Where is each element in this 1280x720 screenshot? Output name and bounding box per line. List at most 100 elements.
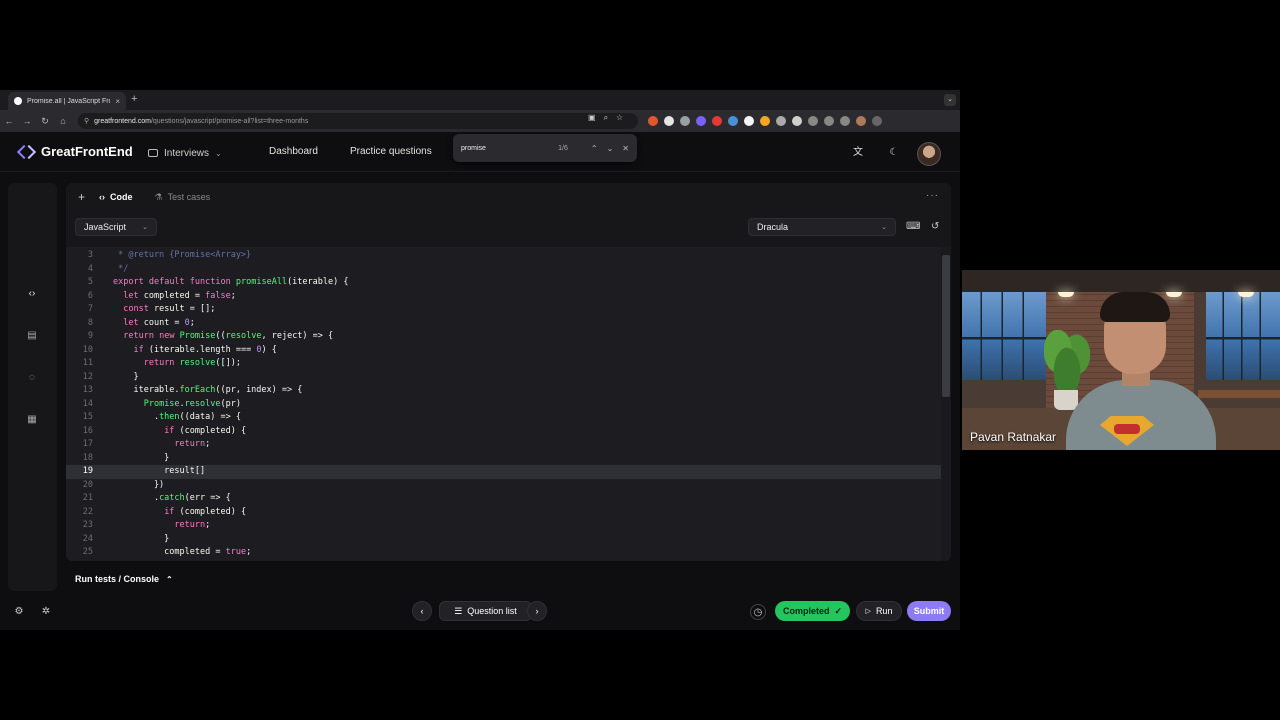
run-button[interactable]: ▷ Run (856, 601, 902, 621)
forward-icon[interactable]: → (18, 116, 36, 126)
interviews-dropdown[interactable]: Interviews ⌄ (140, 143, 230, 163)
code-line[interactable]: 13 iterable.forEach((pr, index) => { (66, 384, 951, 398)
media-icon[interactable] (824, 116, 834, 126)
bookmark-star-icon[interactable]: ☆ (616, 113, 623, 123)
new-tab-button[interactable]: + (131, 93, 137, 105)
tab-test-cases[interactable]: ⚗ Test cases (155, 192, 211, 203)
extensions-puzzle-icon[interactable] (808, 116, 818, 126)
tab-close-icon[interactable]: × (115, 97, 120, 106)
timer-icon[interactable]: ◷ (750, 604, 766, 620)
console-toggle[interactable]: Run tests / Console ⌃ (66, 568, 951, 590)
code-line[interactable]: 18 } (66, 452, 951, 466)
code-text: export default function promiseAll(itera… (113, 277, 349, 287)
extension-icon[interactable] (664, 116, 674, 126)
code-line[interactable]: 7 const result = []; (66, 303, 951, 317)
extension-icon[interactable] (760, 116, 770, 126)
code-line[interactable]: 11 return resolve([]); (66, 357, 951, 371)
scrollbar-thumb[interactable] (942, 255, 950, 397)
code-line[interactable]: 10 if (iterable.length === 0) { (66, 344, 951, 358)
tab-code[interactable]: ‹› Code (99, 192, 133, 202)
line-number: 3 (87, 250, 93, 260)
description-icon[interactable]: ▤ (25, 329, 39, 343)
code-line[interactable]: 21 .catch(err => { (66, 492, 951, 506)
brand-logo[interactable]: GreatFrontEnd (18, 144, 133, 159)
bug-report-icon[interactable]: ✲ (38, 604, 54, 620)
extension-icon[interactable] (648, 116, 658, 126)
find-next-icon[interactable]: ⌄ (607, 144, 614, 153)
home-icon[interactable]: ⌂ (54, 116, 72, 126)
extension-icon[interactable] (728, 116, 738, 126)
code-line[interactable]: 25 completed = true; (66, 546, 951, 560)
submit-button[interactable]: Submit (907, 601, 951, 621)
code-line[interactable]: 9 return new Promise((resolve, reject) =… (66, 330, 951, 344)
extension-icon[interactable] (776, 116, 786, 126)
profile-icon[interactable] (856, 116, 866, 126)
code-text: .catch(err => { (113, 493, 231, 503)
theme-select-value: Dracula (757, 222, 789, 232)
find-close-icon[interactable]: ✕ (622, 144, 629, 153)
code-line[interactable]: 4 */ (66, 263, 951, 277)
code-view-icon[interactable]: ‹› (25, 287, 39, 301)
site-info-icon[interactable]: ⚲ (84, 117, 89, 125)
nav-practice-questions[interactable]: Practice questions (350, 146, 432, 157)
code-line[interactable]: 19 result[] (66, 465, 951, 479)
reset-icon[interactable]: ↺ (931, 221, 939, 232)
code-line[interactable]: 24 } (66, 533, 951, 547)
line-number: 15 (82, 412, 93, 422)
settings-gear-icon[interactable]: ⚙ (11, 604, 27, 620)
add-tab-button[interactable]: + (78, 190, 85, 204)
code-line[interactable]: 5 export default function promiseAll(iter… (66, 276, 951, 290)
code-line[interactable]: 17 return; (66, 438, 951, 452)
question-list-button[interactable]: ☰ Question list (439, 601, 532, 621)
code-line[interactable]: 14 Promise.resolve(pr) (66, 398, 951, 412)
back-icon[interactable]: ← (0, 116, 18, 126)
extension-icon[interactable] (744, 116, 754, 126)
code-line[interactable]: 16 if (completed) { (66, 425, 951, 439)
nav-dashboard[interactable]: Dashboard (269, 146, 318, 157)
keyboard-icon[interactable]: ⌨ (906, 221, 920, 232)
code-line[interactable]: 22 if (completed) { (66, 506, 951, 520)
code-line[interactable]: 23 return; (66, 519, 951, 533)
code-line[interactable]: 3 * @return {Promise<Array>} (66, 249, 951, 263)
download-icon[interactable] (840, 116, 850, 126)
zoom-icon[interactable]: ⌕ (604, 113, 608, 123)
browser-tab[interactable]: Promise.all | JavaScript Front × (8, 92, 126, 110)
code-brackets-icon: ‹› (99, 192, 106, 202)
code-line[interactable]: 15 .then((data) => { (66, 411, 951, 425)
completed-button[interactable]: Completed ✓ (775, 601, 850, 621)
language-select-value: JavaScript (84, 222, 127, 232)
line-number: 17 (82, 439, 93, 449)
tab-search-icon[interactable]: ⌄ (944, 94, 956, 106)
theme-select[interactable]: Dracula ⌄ (748, 218, 896, 236)
browser-menu-icon[interactable] (872, 116, 882, 126)
next-question-button[interactable]: › (527, 601, 547, 621)
tab-title: Promise.all | JavaScript Front (27, 97, 111, 105)
reload-icon[interactable]: ↻ (36, 116, 54, 127)
extension-icon[interactable] (680, 116, 690, 126)
extension-icon[interactable] (792, 116, 802, 126)
code-line[interactable]: 12 } (66, 371, 951, 385)
page-action-icon[interactable]: ▣ (588, 113, 596, 123)
extension-icon[interactable] (696, 116, 706, 126)
interviews-label: Interviews (164, 147, 210, 159)
language-select[interactable]: JavaScript ⌄ (75, 218, 157, 236)
language-icon[interactable]: 文 (849, 144, 867, 162)
find-prev-icon[interactable]: ⌃ (591, 144, 598, 153)
prev-question-button[interactable]: ‹ (412, 601, 432, 621)
address-bar[interactable]: ⚲ greatfrontend.com /questions/javascrip… (78, 113, 638, 129)
find-input[interactable]: promise (461, 145, 558, 152)
more-options-icon[interactable]: ··· (926, 190, 939, 201)
code-line[interactable]: 8 let count = 0; (66, 317, 951, 331)
user-avatar[interactable] (917, 142, 941, 166)
code-line[interactable]: 6 let completed = false; (66, 290, 951, 304)
editor-scrollbar[interactable] (941, 247, 951, 561)
code-text: .then((data) => { (113, 412, 241, 422)
console-label: Run tests / Console (75, 574, 160, 584)
dark-mode-icon[interactable]: ☾ (885, 144, 903, 162)
code-line[interactable]: 20 }) (66, 479, 951, 493)
solution-bulb-icon[interactable]: ◌ (25, 371, 39, 385)
submissions-box-icon[interactable]: ▦ (25, 413, 39, 427)
extension-icon[interactable] (712, 116, 722, 126)
code-editor[interactable]: 3 * @return {Promise<Array>} 4 */5 export … (66, 247, 951, 561)
completed-label: Completed (782, 606, 830, 616)
